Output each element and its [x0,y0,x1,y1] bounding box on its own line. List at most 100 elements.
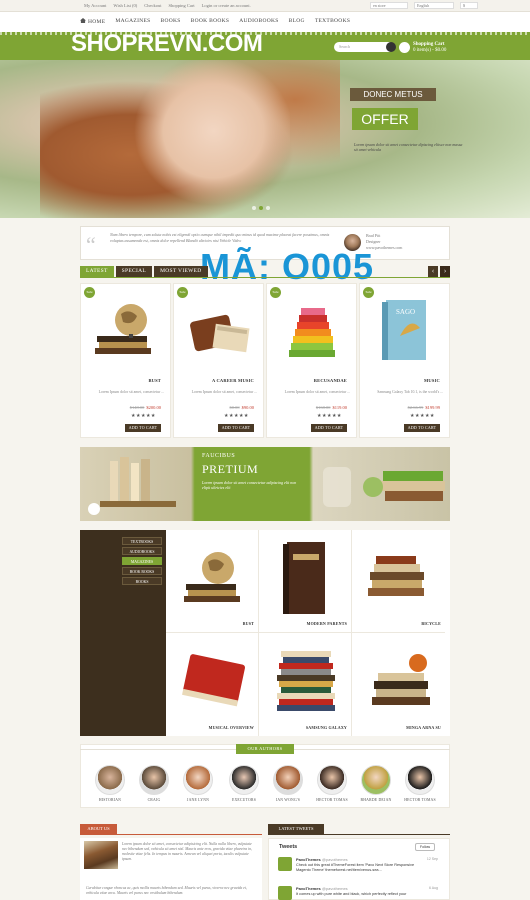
author-item[interactable]: BHARDE DEJAN [360,765,392,802]
nav-magazines[interactable]: MAGAZINES [115,18,150,25]
product-card[interactable]: Sale SAGO MUSIC Samsung Galaxy Tab 10.1,… [359,283,450,438]
nav-book-books[interactable]: BOOK BOOKS [191,18,230,25]
product-name[interactable]: MUSIC [360,378,440,383]
author-avatar [317,765,347,795]
hero-tag: DONEC METUS [350,88,436,101]
search-input[interactable]: Search [334,42,394,52]
category-product-name[interactable]: MUSICAL OVERVIEW [209,725,254,730]
tab-latest[interactable]: LATEST [80,266,114,277]
category-product-name[interactable]: MODERN PARENTS [307,621,347,626]
shopping-cart-link[interactable]: Shopping Cart [168,3,194,8]
tab-most-viewed[interactable]: MOST VIEWED [154,266,208,277]
category-product-name[interactable]: BUST [243,621,254,626]
author-item[interactable]: IAN WONG'S [272,765,304,802]
product-card[interactable]: Sale RECUSANDAE Lorem Ipsum dolor sit am… [266,283,357,438]
language-select[interactable]: English [414,2,454,9]
category-product-name[interactable]: MINGA ARNA SU [406,725,441,730]
hero-desc: Lorem ipsum dolor sit amet consectetur d… [354,142,463,152]
tweet-author-name: PavoThemes [296,857,321,862]
category-product-cell[interactable]: BUST [166,530,259,633]
tab-special[interactable]: SPECIAL [115,266,153,277]
category-product-cell[interactable]: MINGA ARNA SU [352,633,445,736]
slider-dot[interactable] [252,206,256,210]
category-textbooks[interactable]: TEXTBOOKS [122,537,162,545]
category-product-name[interactable]: SAMSUNG GALAXY [306,725,347,730]
quote-icon: “ [86,232,96,257]
nav-textbooks[interactable]: TEXTBOOKS [315,18,350,25]
category-product-cell[interactable]: SAMSUNG GALAXY [259,633,352,736]
product-price: $2.66.99 $199.99 [360,405,440,410]
hero-model-image [120,60,290,218]
product-desc: Lorem Ipsum dolor sit amet, consectetur … [191,390,257,394]
author-item[interactable]: HECTOR TOMAS [316,765,348,802]
old-price: $2.66.99 [407,405,424,410]
add-to-cart-button[interactable]: ADD TO CART [218,424,254,432]
add-to-cart-button[interactable]: ADD TO CART [404,424,440,432]
product-name[interactable]: RECUSANDAE [267,378,347,383]
nav-books[interactable]: BOOKS [161,18,181,25]
cart-icon[interactable] [399,42,410,53]
store-select[interactable]: en store [370,2,408,9]
chevron-left-icon[interactable]: ‹ [428,266,438,277]
nav-home[interactable]: HOME [80,18,105,25]
search-icon[interactable] [386,42,396,52]
tweet-date: 12 Sep [426,857,438,861]
author-item[interactable]: CRAIG [138,765,170,802]
product-price: $168.00 $119.00 [267,405,347,410]
author-item[interactable]: HISTORIAN [94,765,126,802]
about-text: Lorem ipsum dolor sit amet, consectetur … [122,842,252,861]
author-item[interactable]: EXECUTORS [228,765,260,802]
author-avatar [183,765,213,795]
chevron-right-icon[interactable]: › [440,266,450,277]
author-item[interactable]: JANE LYNN [182,765,214,802]
tweets-title: LATEST TWEETS [268,824,324,834]
add-to-cart-button[interactable]: ADD TO CART [125,424,161,432]
checkout-link[interactable]: Checkout [144,3,161,8]
nav-audiobooks[interactable]: AUDIOBOOKS [239,18,278,25]
author-item[interactable]: HECTOR TOMAS [404,765,436,802]
product-card[interactable]: Sale BUST Lorem Ipsum dolor sit amet, co… [80,283,171,438]
slider-dot[interactable] [266,206,270,210]
add-to-cart-button[interactable]: ADD TO CART [311,424,347,432]
author-avatar [273,765,303,795]
nav-blog[interactable]: BLOG [289,18,305,25]
category-books[interactable]: BOOKS [122,577,162,585]
category-product-cell[interactable]: BICYCLE [352,530,445,633]
product-name[interactable]: BUST [81,378,161,383]
banner-books-left-image [88,457,176,515]
rating-stars: ★★★★★ [410,414,435,419]
site-logo[interactable]: SHOPREVN.COM [71,30,263,58]
leather-book-image [190,314,250,353]
product-desc: Samsung Galaxy Tab 10.1, is the world's … [377,390,443,394]
product-code-watermark: MÃ: O005 [200,246,375,287]
cart-summary[interactable]: Shopping Cart 0 item(s) - $0.00 [413,42,446,54]
category-book-books[interactable]: BOOK BOOKS [122,567,162,575]
carousel-arrows: ‹ › [428,266,450,277]
product-name[interactable]: A CAREER MUSIC [174,378,254,383]
category-audiobooks[interactable]: AUDIOBOOKS [122,547,162,555]
product-tabs: LATEST SPECIAL MOST VIEWED [80,266,208,277]
cart-count: 0 item(s) - $0.00 [413,48,447,53]
wishlist-link[interactable]: Wish List (0) [113,3,137,8]
tweet-handle: @pavothemes [321,886,348,891]
follow-button[interactable]: Follow [415,843,435,851]
new-price: $119.00 [332,405,347,410]
product-card[interactable]: Sale A CAREER MUSIC Lorem Ipsum dolor si… [173,283,264,438]
authors-title: OUR AUTHORS [236,744,294,754]
category-product-cell[interactable]: MODERN PARENTS [259,530,352,633]
banner-title: PRETIUM [202,462,259,476]
banner-books-right-image [323,467,445,507]
login-link[interactable]: Login or create an account. [202,3,251,8]
my-account-link[interactable]: My Account [84,3,106,8]
tweet-avatar [278,886,292,900]
tweet-date: 6 Aug [429,886,438,890]
old-price: $0.00 [229,405,240,410]
category-product-name[interactable]: BICYCLE [421,621,441,626]
author-name: EXECUTORS [231,798,257,802]
category-magazines[interactable]: MAGAZINES [122,557,162,565]
rating-stars: ★★★★★ [224,414,249,419]
category-product-cell[interactable]: MUSICAL OVERVIEW [166,633,259,736]
currency-select[interactable]: $ [460,2,478,9]
slider-dot-active[interactable] [259,206,263,210]
banner-tag: FAUCIBUS [202,453,236,459]
